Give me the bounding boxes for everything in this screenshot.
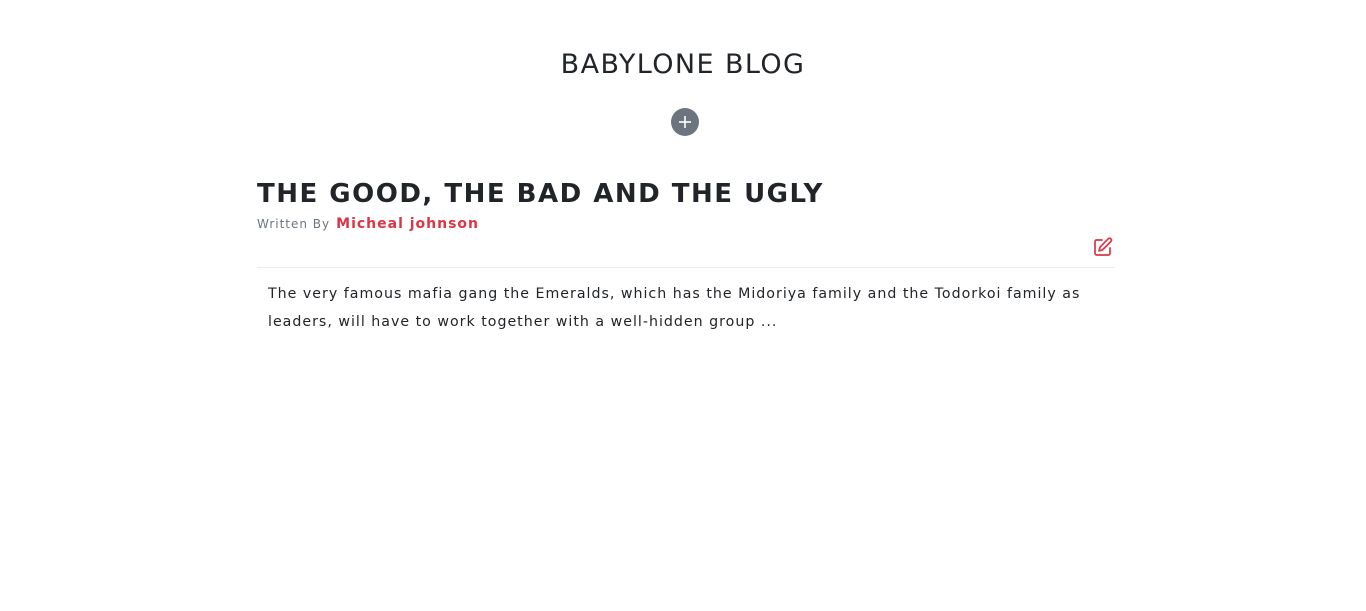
byline-label: Written By	[257, 217, 331, 231]
post-title[interactable]: THE GOOD, THE BAD AND THE UGLY	[257, 176, 1114, 212]
edit-icon	[1094, 237, 1113, 256]
byline: Written By Micheal johnson	[257, 216, 1114, 236]
page: BABYLONE BLOG THE GOOD, THE BAD AND THE …	[0, 0, 1366, 611]
site-title: BABYLONE BLOG	[560, 49, 806, 80]
edit-post-button[interactable]	[1092, 236, 1114, 258]
post-card: THE GOOD, THE BAD AND THE UGLY Written B…	[257, 176, 1114, 330]
divider	[257, 267, 1114, 268]
post-excerpt: The very famous mafia gang the Emeralds,…	[268, 286, 1081, 330]
add-post-button[interactable]	[671, 108, 699, 136]
author-link[interactable]: Micheal johnson	[336, 216, 479, 232]
plus-icon	[679, 116, 691, 128]
